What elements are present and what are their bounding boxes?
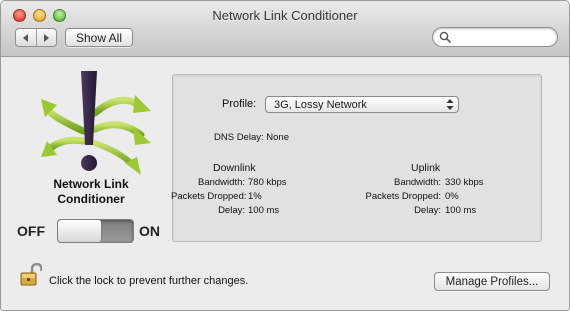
profile-popup-value: 3G, Lossy Network — [274, 98, 367, 111]
switch-knob[interactable] — [58, 220, 102, 242]
downlink-packets-value: 1% — [248, 191, 262, 202]
uplink-title: Uplink — [411, 162, 441, 174]
app-name-line-2: Conditioner — [57, 192, 125, 206]
uplink-packets-value: 0% — [445, 191, 459, 202]
search-icon — [439, 31, 451, 43]
app-name: Network Link Conditioner — [31, 177, 151, 207]
exclamation-arrows-icon — [41, 71, 151, 175]
downlink-delay-value: 100 ms — [248, 205, 280, 216]
on-off-switch[interactable] — [57, 219, 134, 243]
downlink-title: Downlink — [213, 162, 256, 174]
popup-arrows-icon — [446, 99, 454, 110]
downlink-packets-label: Packets Dropped: — [171, 191, 247, 202]
uplink-bandwidth-value: 330 kbps — [445, 177, 484, 188]
uplink-bandwidth-label: Bandwidth: — [393, 177, 441, 188]
back-forward-control — [15, 28, 57, 47]
switch-off-label: OFF — [17, 223, 45, 239]
manage-profiles-button[interactable]: Manage Profiles... — [434, 272, 550, 291]
dns-delay: DNS Delay: None — [214, 132, 289, 143]
downlink-bandwidth-label: Bandwidth: — [197, 177, 245, 188]
show-all-button[interactable]: Show All — [65, 28, 133, 47]
back-button[interactable] — [16, 29, 36, 46]
profile-label: Profile: — [222, 98, 257, 110]
window-title: Network Link Conditioner — [212, 8, 358, 23]
chevron-right-icon — [44, 33, 50, 42]
toolbar: Network Link Conditioner Show All — [1, 1, 569, 57]
preferences-window: Network Link Conditioner Show All Networ… — [0, 0, 570, 311]
search-input[interactable] — [453, 29, 553, 45]
search-field[interactable] — [432, 27, 558, 47]
uplink-packets-label: Packets Dropped: — [365, 191, 441, 202]
lock-message: Click the lock to prevent further change… — [49, 275, 249, 287]
downlink-bandwidth-value: 780 kbps — [248, 177, 287, 188]
uplink-delay-value: 100 ms — [445, 205, 477, 216]
switch-on-label: ON — [139, 223, 160, 239]
forward-button[interactable] — [35, 29, 57, 46]
unlocked-padlock-icon[interactable] — [20, 263, 42, 287]
chevron-left-icon — [22, 33, 28, 42]
uplink-delay-label: Delay: — [414, 205, 441, 216]
profile-popup[interactable]: 3G, Lossy Network — [265, 96, 459, 113]
app-name-line-1: Network Link — [53, 177, 129, 191]
downlink-delay-label: Delay: — [218, 205, 245, 216]
